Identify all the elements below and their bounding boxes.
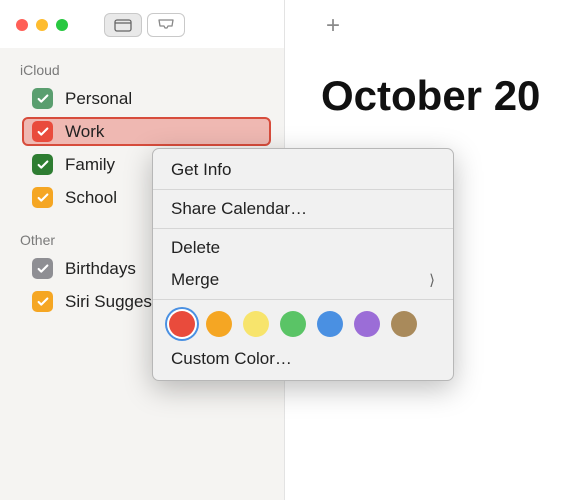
- checkbox-birthdays[interactable]: [32, 258, 53, 279]
- checkbox-siri-suggestions[interactable]: [32, 291, 53, 312]
- menu-separator: [153, 228, 453, 229]
- minimize-window-button[interactable]: [36, 19, 48, 31]
- checkbox-family[interactable]: [32, 154, 53, 175]
- calendar-work[interactable]: Work: [0, 115, 285, 148]
- close-window-button[interactable]: [16, 19, 28, 31]
- color-swatch-purple[interactable]: [354, 311, 380, 337]
- color-picker-row: [153, 303, 453, 343]
- color-swatch-brown[interactable]: [391, 311, 417, 337]
- calendar-label: Personal: [65, 89, 132, 109]
- menu-label: Merge: [171, 270, 219, 290]
- menu-custom-color[interactable]: Custom Color…: [153, 343, 453, 375]
- checkbox-work[interactable]: [32, 121, 53, 142]
- traffic-lights: [16, 19, 68, 31]
- maximize-window-button[interactable]: [56, 19, 68, 31]
- checkbox-personal[interactable]: [32, 88, 53, 109]
- toolbar-buttons: [104, 13, 185, 37]
- menu-separator: [153, 189, 453, 190]
- add-event-button[interactable]: +: [321, 14, 345, 38]
- color-swatch-green[interactable]: [280, 311, 306, 337]
- menu-label: Get Info: [171, 160, 231, 180]
- calendars-toggle-button[interactable]: [104, 13, 142, 37]
- menu-delete[interactable]: Delete: [153, 232, 453, 264]
- calendar-icon: [114, 18, 132, 32]
- menu-label: Custom Color…: [171, 349, 292, 369]
- calendar-label: Birthdays: [65, 259, 136, 279]
- calendar-personal[interactable]: Personal: [0, 82, 285, 115]
- menu-share-calendar[interactable]: Share Calendar…: [153, 193, 453, 225]
- color-swatch-yellow[interactable]: [243, 311, 269, 337]
- context-menu: Get Info Share Calendar… Delete Merge ⟩ …: [152, 148, 454, 381]
- color-swatch-red[interactable]: [169, 311, 195, 337]
- plus-icon: +: [326, 12, 340, 40]
- menu-label: Delete: [171, 238, 220, 258]
- menu-separator: [153, 299, 453, 300]
- page-title: October 20: [321, 72, 540, 120]
- inbox-button[interactable]: [147, 13, 185, 37]
- inbox-icon: [157, 18, 175, 32]
- menu-merge[interactable]: Merge ⟩: [153, 264, 453, 296]
- chevron-right-icon: ⟩: [429, 271, 435, 289]
- color-swatch-orange[interactable]: [206, 311, 232, 337]
- calendar-label: Family: [65, 155, 115, 175]
- calendar-label: Work: [65, 122, 104, 142]
- section-header-icloud: iCloud: [0, 56, 285, 82]
- checkbox-school[interactable]: [32, 187, 53, 208]
- color-swatch-blue[interactable]: [317, 311, 343, 337]
- menu-label: Share Calendar…: [171, 199, 307, 219]
- calendar-label: School: [65, 188, 117, 208]
- selection-highlight: [22, 117, 271, 146]
- menu-get-info[interactable]: Get Info: [153, 154, 453, 186]
